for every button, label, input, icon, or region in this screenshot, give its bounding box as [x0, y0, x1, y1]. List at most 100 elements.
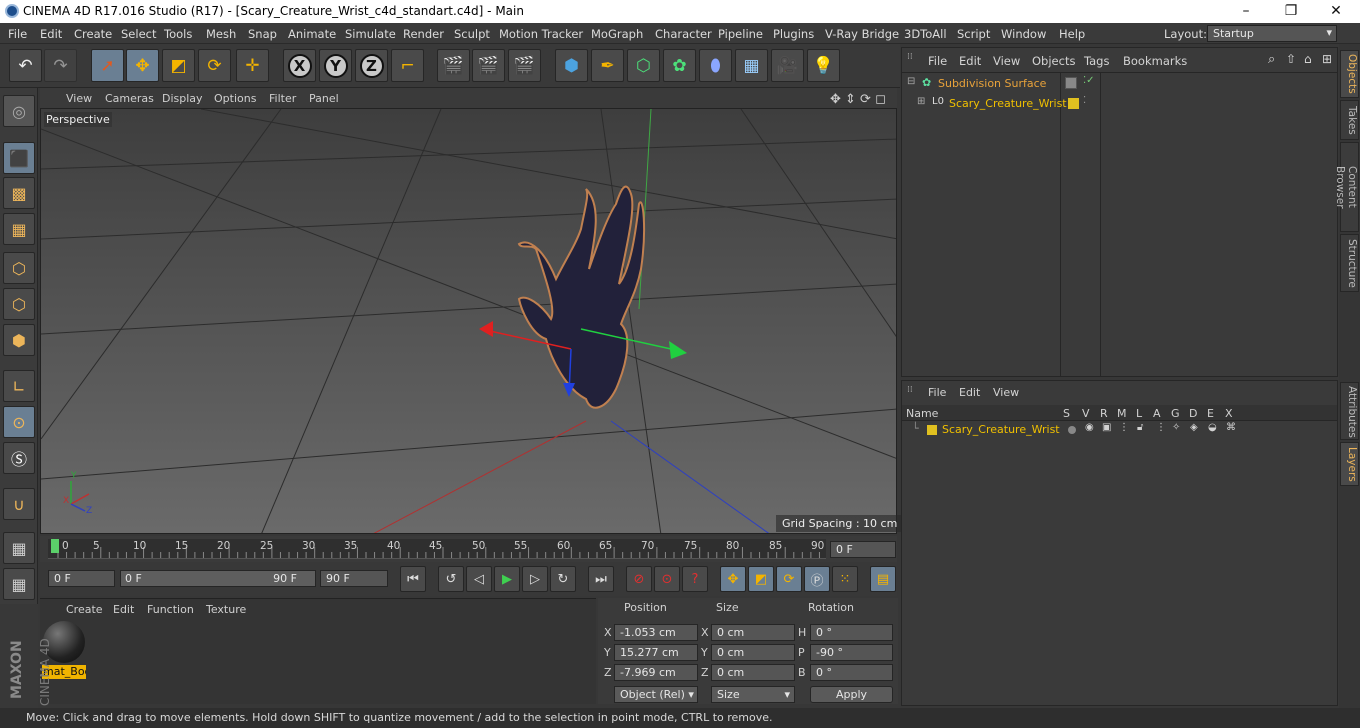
render-settings-button[interactable]: 🎬: [508, 49, 541, 82]
menu-edit[interactable]: Edit: [40, 27, 62, 41]
key-scale-button[interactable]: ◩: [748, 566, 774, 592]
menu-create[interactable]: Create: [74, 27, 112, 41]
viewport-menu-filter[interactable]: Filter: [269, 92, 296, 105]
search-icon[interactable]: ⌕: [1268, 52, 1275, 67]
rotate-tool-button[interactable]: ⟳: [198, 49, 231, 82]
render-view-button[interactable]: 🎬: [437, 49, 470, 82]
solo-toggle-icon[interactable]: [1068, 426, 1076, 434]
polygon-mode-button[interactable]: ⬢: [3, 324, 35, 356]
menu-render[interactable]: Render: [403, 27, 444, 41]
layer-menu-view[interactable]: View: [993, 386, 1019, 399]
cube-button[interactable]: ⬢: [555, 49, 588, 82]
eye-icon[interactable]: ◉: [1085, 422, 1094, 433]
menu-mograph[interactable]: MoGraph: [591, 27, 643, 41]
key-parameter-button[interactable]: Ⓟ: [804, 566, 830, 592]
solo-button[interactable]: Ⓢ: [3, 442, 35, 474]
layer-color-swatch[interactable]: [927, 425, 937, 435]
maximize-button[interactable]: ❐: [1268, 0, 1314, 23]
lock-icon[interactable]: 🔓︎: [1137, 422, 1143, 433]
snap-button[interactable]: ∪: [3, 488, 35, 520]
frame-range-slider[interactable]: 0 F 90 F: [120, 570, 316, 587]
camera-button[interactable]: 🎥: [771, 49, 804, 82]
minimize-button[interactable]: –: [1223, 0, 1269, 23]
layout-select[interactable]: Startup ▾: [1207, 25, 1337, 42]
key-pla-button[interactable]: ⁙: [832, 566, 858, 592]
menu-window[interactable]: Window: [1001, 27, 1046, 41]
tweak-mode-button[interactable]: ⊙: [3, 406, 35, 438]
render-picture-viewer-button[interactable]: 🎬: [472, 49, 505, 82]
layer-color-swatch[interactable]: [1065, 77, 1077, 89]
scale-tool-button[interactable]: ◩: [162, 49, 195, 82]
menu-tools[interactable]: Tools: [164, 27, 192, 41]
x-axis-lock-button[interactable]: X: [283, 49, 316, 82]
add-tool-button[interactable]: ✛: [236, 49, 269, 82]
tab-structure[interactable]: Structure: [1340, 234, 1359, 292]
go-to-start-button[interactable]: ⏮: [400, 566, 426, 592]
coordinate-mode-select[interactable]: Object (Rel) ▾: [614, 686, 698, 703]
position-x-field[interactable]: -1.053 cm: [614, 624, 698, 641]
menu-mesh[interactable]: Mesh: [206, 27, 236, 41]
menu-pipeline[interactable]: Pipeline: [718, 27, 763, 41]
tab-attributes[interactable]: Attributes: [1340, 382, 1359, 440]
viewport-menu-view[interactable]: View: [66, 92, 92, 105]
record-button[interactable]: ⊘: [626, 566, 652, 592]
next-key-button[interactable]: ↻: [550, 566, 576, 592]
menu-plugins[interactable]: Plugins: [773, 27, 814, 41]
menu-snap[interactable]: Snap: [248, 27, 277, 41]
rotation-h-field[interactable]: 0 °: [810, 624, 893, 641]
menu-3dtoall[interactable]: 3DToAll: [904, 27, 947, 41]
tab-layers[interactable]: Layers: [1340, 442, 1359, 486]
expression-icon[interactable]: ◒: [1208, 422, 1217, 433]
layer-color-swatch[interactable]: [1068, 98, 1079, 109]
rotation-p-field[interactable]: -90 °: [810, 644, 893, 661]
play-button[interactable]: ▶: [494, 566, 520, 592]
menu-file[interactable]: File: [8, 27, 27, 41]
deformer-icon[interactable]: ◈: [1190, 422, 1198, 433]
timeline-window-button[interactable]: ▤: [870, 566, 896, 592]
size-y-field[interactable]: 0 cm: [711, 644, 795, 661]
current-frame-field[interactable]: 0 F: [830, 541, 896, 558]
tab-takes[interactable]: Takes: [1340, 100, 1359, 140]
viewport-menu-cameras[interactable]: Cameras: [105, 92, 154, 105]
previous-key-button[interactable]: ↺: [438, 566, 464, 592]
viewport-menu-options[interactable]: Options: [214, 92, 256, 105]
size-z-field[interactable]: 0 cm: [711, 664, 795, 681]
expand-icon[interactable]: ⊞: [917, 96, 925, 107]
keyframe-selection-button[interactable]: ?: [682, 566, 708, 592]
key-rotation-button[interactable]: ⟳: [776, 566, 802, 592]
viewport-nav-icon[interactable]: ✥ ⇕ ⟳ ◻: [830, 92, 886, 107]
key-position-button[interactable]: ✥: [720, 566, 746, 592]
viewport-menu-panel[interactable]: Panel: [309, 92, 339, 105]
new-panel-icon[interactable]: ⊞: [1322, 52, 1332, 66]
autokey-button[interactable]: ⊙: [654, 566, 680, 592]
menu-animate[interactable]: Animate: [288, 27, 336, 41]
rotation-b-field[interactable]: 0 °: [810, 664, 893, 681]
coordinate-system-button[interactable]: ⌐: [391, 49, 424, 82]
manager-icon[interactable]: ⋮: [1119, 422, 1129, 433]
size-mode-select[interactable]: Size ▾: [711, 686, 795, 703]
edge-mode-button[interactable]: ⬡: [3, 288, 35, 320]
pen-button[interactable]: ✒: [591, 49, 624, 82]
layer-menu-file[interactable]: File: [928, 386, 946, 399]
home-icon[interactable]: ⌂: [1304, 52, 1312, 66]
make-editable-button[interactable]: ◎: [3, 95, 35, 127]
close-button[interactable]: ✕: [1313, 0, 1359, 23]
object-menu-file[interactable]: File: [928, 54, 947, 68]
previous-frame-button[interactable]: ◁: [466, 566, 492, 592]
tab-objects[interactable]: Objects: [1340, 50, 1359, 98]
subdivision-button[interactable]: ⬡: [627, 49, 660, 82]
object-row-scary-creature-wrist[interactable]: ⊞ L0 Scary_Creature_Wrist ⁚: [904, 95, 1100, 113]
workplane-mode-button[interactable]: ▦: [3, 213, 35, 245]
model-mode-button[interactable]: ⬛: [3, 142, 35, 174]
deformer-button[interactable]: ⬮: [699, 49, 732, 82]
move-tool-button[interactable]: ✥: [126, 49, 159, 82]
point-mode-button[interactable]: ⬡: [3, 252, 35, 284]
layer-row[interactable]: └ Scary_Creature_Wrist ◉ ▣ ⋮ 🔓︎ ⋮ ✧ ◈ ◒ …: [902, 422, 1337, 438]
xref-icon[interactable]: ⌘: [1226, 422, 1236, 433]
texture-mode-button[interactable]: ▩: [3, 177, 35, 209]
up-arrow-icon[interactable]: ⇧: [1286, 52, 1296, 66]
end-frame-field[interactable]: 90 F: [320, 570, 388, 587]
menu-vray-bridge[interactable]: V-Ray Bridge: [825, 27, 899, 41]
menu-sculpt[interactable]: Sculpt: [454, 27, 490, 41]
array-button[interactable]: ✿: [663, 49, 696, 82]
